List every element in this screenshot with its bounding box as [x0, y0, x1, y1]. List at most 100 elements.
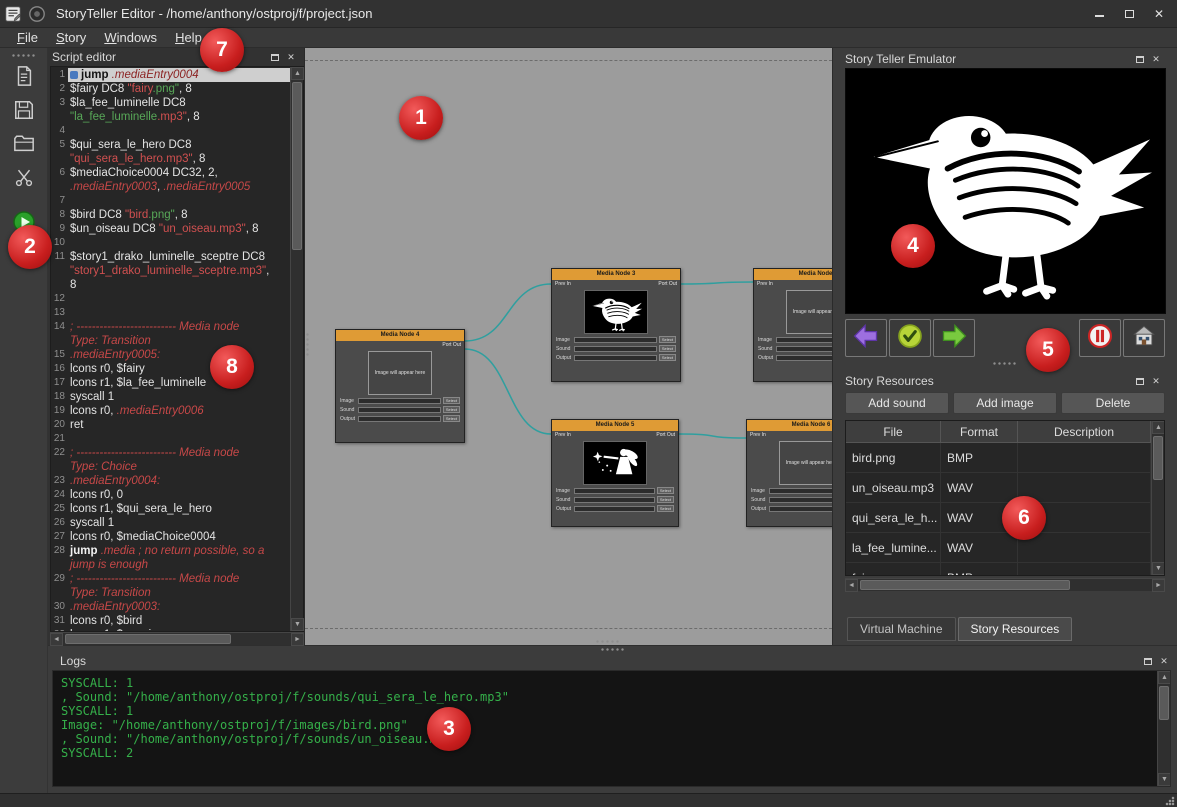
code-line[interactable]: 27lcons r0, $mediaChoice0004 — [51, 530, 290, 544]
node-select-button[interactable]: Select — [443, 397, 460, 404]
toolbar-drag-handle[interactable] — [11, 53, 37, 58]
node-select-button[interactable]: Select — [657, 505, 674, 512]
code-line[interactable]: 4 — [51, 124, 290, 138]
resize-grip[interactable] — [1164, 795, 1175, 806]
logs-titlebar[interactable]: Logs ✕ — [48, 652, 1177, 670]
column-header-file[interactable]: File — [846, 421, 941, 442]
column-header-description[interactable]: Description — [1018, 421, 1151, 442]
code-line[interactable]: 10 — [51, 236, 290, 250]
code-line[interactable]: 31lcons r0, $bird — [51, 614, 290, 628]
node-title[interactable]: Media Node 6 — [747, 420, 832, 431]
node-field[interactable] — [769, 488, 832, 494]
validate-button[interactable] — [889, 319, 931, 357]
node-field[interactable] — [776, 355, 832, 361]
node-field[interactable] — [769, 497, 832, 503]
scroll-up-button[interactable]: ▲ — [1158, 671, 1171, 684]
resource-row[interactable]: bird.pngBMP — [846, 443, 1151, 473]
delete-resource-button[interactable]: Delete — [1061, 392, 1165, 414]
add-sound-button[interactable]: Add sound — [845, 392, 949, 414]
scroll-up-button[interactable]: ▲ — [1152, 421, 1165, 434]
menu-file[interactable]: File — [8, 30, 47, 45]
column-header-format[interactable]: Format — [941, 421, 1018, 442]
input-pin[interactable]: Prev In — [555, 281, 571, 288]
scrollbar-thumb[interactable] — [1159, 686, 1169, 720]
node-select-button[interactable]: Select — [657, 496, 674, 503]
float-panel-icon[interactable] — [1134, 375, 1146, 387]
code-line[interactable]: .mediaEntry0003, .mediaEntry0005 — [51, 180, 290, 194]
code-line[interactable]: 23.mediaEntry0004: — [51, 474, 290, 488]
node-field[interactable] — [574, 488, 655, 494]
scrollbar-thumb[interactable] — [1153, 436, 1163, 480]
node-title[interactable]: Media Node 4 — [336, 330, 464, 341]
code-line[interactable]: 32lcons r1, $un_oiseau — [51, 628, 290, 631]
scroll-down-button[interactable]: ▼ — [291, 618, 304, 631]
float-panel-icon[interactable] — [1134, 53, 1146, 65]
code-line[interactable]: 21 — [51, 432, 290, 446]
input-pin[interactable]: Prev In — [750, 432, 766, 439]
resource-row[interactable]: fairy.pngBMP — [846, 563, 1151, 576]
code-line[interactable]: "la_fee_luminelle.mp3", 8 — [51, 110, 290, 124]
code-line[interactable]: 17lcons r1, $la_fee_luminelle — [51, 376, 290, 390]
media-node[interactable]: Media Node 2Prev InPort OutImage will ap… — [753, 268, 832, 382]
code-editor[interactable]: 1jump .mediaEntry00042$fairy DC8 "fairy.… — [50, 66, 304, 632]
node-field[interactable] — [574, 497, 655, 503]
node-title[interactable]: Media Node 2 — [754, 269, 832, 280]
pause-button[interactable] — [1079, 319, 1121, 357]
code-line[interactable]: 7 — [51, 194, 290, 208]
media-node[interactable]: Media Node 6Prev InPort OutImage will ap… — [746, 419, 832, 527]
scroll-down-button[interactable]: ▼ — [1158, 773, 1171, 786]
code-line[interactable]: Type: Choice — [51, 460, 290, 474]
scrollbar-thumb[interactable] — [292, 82, 302, 250]
node-title[interactable]: Media Node 3 — [552, 269, 680, 280]
script-editor-titlebar[interactable]: Script editor ✕ — [48, 48, 304, 66]
code-line[interactable]: 11$story1_drako_luminelle_sceptre DC8 — [51, 250, 290, 264]
resource-row[interactable]: un_oiseau.mp3WAV — [846, 473, 1151, 503]
resource-row[interactable]: la_fee_lumine...WAV — [846, 533, 1151, 563]
tab-virtual-machine[interactable]: Virtual Machine — [847, 617, 956, 641]
code-line[interactable]: 12 — [51, 292, 290, 306]
code-line[interactable]: 16lcons r0, $fairy — [51, 362, 290, 376]
tab-story-resources[interactable]: Story Resources — [958, 617, 1073, 641]
code-line[interactable]: 15.mediaEntry0005: — [51, 348, 290, 362]
code-line[interactable]: 13 — [51, 306, 290, 320]
back-button[interactable] — [845, 319, 887, 357]
node-field[interactable] — [769, 506, 832, 512]
code-line[interactable]: 19lcons r0, .mediaEntry0006 — [51, 404, 290, 418]
scroll-right-button[interactable]: ► — [1152, 579, 1165, 592]
code-line[interactable]: 1jump .mediaEntry0004 — [51, 68, 290, 82]
node-field[interactable] — [358, 398, 441, 404]
code-line[interactable]: Type: Transition — [51, 334, 290, 348]
output-pin[interactable]: Port Out — [442, 342, 461, 349]
close-button[interactable]: ✕ — [1145, 4, 1173, 24]
code-line[interactable]: 6$mediaChoice0004 DC32, 2, — [51, 166, 290, 180]
close-panel-icon[interactable]: ✕ — [285, 51, 297, 63]
table-vertical-scrollbar[interactable]: ▲ ▼ — [1151, 421, 1164, 575]
scroll-up-button[interactable]: ▲ — [291, 67, 304, 80]
code-line[interactable]: 28jump .media ; no return possible, so a — [51, 544, 290, 558]
code-line[interactable]: 20ret — [51, 418, 290, 432]
close-panel-icon[interactable]: ✕ — [1158, 655, 1170, 667]
forward-button[interactable] — [933, 319, 975, 357]
input-pin[interactable]: Prev In — [555, 432, 571, 439]
logs-vertical-scrollbar[interactable]: ▲ ▼ — [1157, 671, 1170, 786]
save-button[interactable] — [10, 98, 38, 126]
code-line[interactable]: 2$fairy DC8 "fairy.png", 8 — [51, 82, 290, 96]
minimize-button[interactable] — [1085, 4, 1113, 24]
scrollbar-thumb[interactable] — [860, 580, 1070, 590]
table-horizontal-scrollbar[interactable]: ◄ ► — [845, 578, 1165, 591]
resource-row[interactable]: qui_sera_le_h...WAV — [846, 503, 1151, 533]
code-line[interactable]: 8$bird DC8 "bird.png", 8 — [51, 208, 290, 222]
code-line[interactable]: 29; -------------------------- Media nod… — [51, 572, 290, 586]
node-select-button[interactable]: Select — [443, 415, 460, 422]
emulator-titlebar[interactable]: Story Teller Emulator ✕ — [845, 50, 1165, 68]
resources-table[interactable]: File Format Description bird.pngBMPun_oi… — [845, 420, 1165, 576]
node-select-button[interactable]: Select — [443, 406, 460, 413]
open-button[interactable] — [10, 132, 38, 160]
code-line[interactable]: 9$un_oiseau DC8 "un_oiseau.mp3", 8 — [51, 222, 290, 236]
code-line[interactable]: 3$la_fee_luminelle DC8 — [51, 96, 290, 110]
resources-titlebar[interactable]: Story Resources ✕ — [845, 372, 1165, 390]
node-select-button[interactable]: Select — [657, 487, 674, 494]
code-line[interactable]: 22; -------------------------- Media nod… — [51, 446, 290, 460]
node-canvas[interactable]: Media Node 4Port OutImage will appear he… — [305, 48, 832, 645]
code-line[interactable]: jump is enough — [51, 558, 290, 572]
